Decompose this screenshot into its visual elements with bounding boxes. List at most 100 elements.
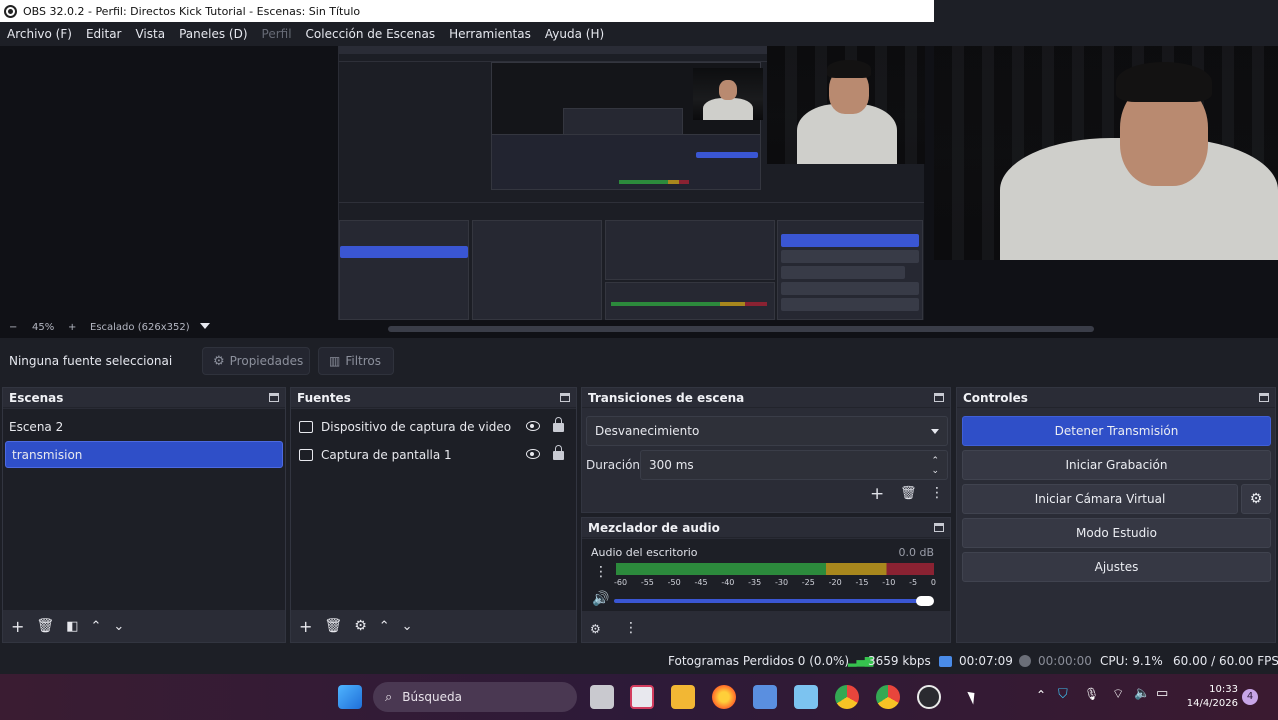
taskbar-search[interactable]: ⌕ Búsqueda bbox=[373, 682, 577, 712]
task-view-icon[interactable] bbox=[590, 685, 614, 709]
obs-taskbar-icon[interactable] bbox=[917, 685, 941, 709]
visibility-eye-icon[interactable] bbox=[526, 449, 540, 459]
preview-scrollbar[interactable] bbox=[388, 326, 1094, 332]
virtual-camera-settings-gear-icon[interactable]: ⚙ bbox=[1241, 484, 1271, 514]
volume-icon[interactable]: 🔈 bbox=[1134, 686, 1150, 701]
snipping-tool-icon[interactable] bbox=[630, 685, 654, 709]
microphone-icon[interactable]: 🎙 bbox=[1084, 687, 1099, 701]
more-options-icon[interactable]: ⋮ bbox=[624, 620, 638, 636]
source-item[interactable]: Dispositivo de captura de video bbox=[291, 413, 576, 441]
visibility-eye-icon[interactable] bbox=[526, 421, 540, 431]
stop-stream-button[interactable]: Detener Transmisión bbox=[962, 416, 1271, 446]
undock-icon[interactable] bbox=[560, 393, 570, 402]
menu-archivo[interactable]: Archivo (F) bbox=[7, 27, 72, 41]
firefox-icon[interactable] bbox=[712, 685, 736, 709]
scenes-header: Escenas bbox=[3, 388, 285, 408]
virtual-camera-button[interactable]: Iniciar Cámara Virtual bbox=[962, 484, 1238, 514]
undock-icon[interactable] bbox=[934, 523, 944, 532]
add-scene-icon[interactable]: + bbox=[11, 617, 24, 636]
chrome-icon[interactable] bbox=[835, 685, 859, 709]
source-label: Dispositivo de captura de video bbox=[321, 420, 512, 434]
source-label: Captura de pantalla 1 bbox=[321, 448, 452, 462]
battery-icon[interactable]: ▭ bbox=[1156, 686, 1168, 701]
volume-slider[interactable] bbox=[614, 599, 932, 603]
menu-coleccion-escenas[interactable]: Colección de Escenas bbox=[306, 27, 436, 41]
lock-icon[interactable] bbox=[553, 417, 564, 432]
search-placeholder: Búsqueda bbox=[402, 690, 462, 704]
speaker-icon[interactable]: 🔊 bbox=[592, 591, 609, 607]
clock-date: 14/4/2026 bbox=[1186, 698, 1238, 709]
menu-herramientas[interactable]: Herramientas bbox=[449, 27, 531, 41]
source-settings-icon[interactable]: ⚙ bbox=[354, 618, 367, 634]
scale-dropdown-icon[interactable] bbox=[200, 323, 210, 329]
source-toolbar: Ninguna fuente seleccionai ⚙ Propiedades… bbox=[0, 340, 1278, 384]
controls-title: Controles bbox=[963, 390, 1028, 405]
lock-icon[interactable] bbox=[553, 445, 564, 460]
channel-menu-icon[interactable]: ⋮ bbox=[594, 564, 608, 580]
menu-ayuda[interactable]: Ayuda (H) bbox=[545, 27, 604, 41]
scene-item-selected[interactable]: transmision bbox=[5, 441, 283, 468]
meter-tick-label: -55 bbox=[640, 578, 654, 587]
chrome-profile-icon[interactable] bbox=[876, 685, 900, 709]
nested-webcam-thumb-small bbox=[693, 68, 763, 120]
undock-icon[interactable] bbox=[1259, 393, 1269, 402]
bitrate: 3659 kbps bbox=[868, 654, 931, 668]
scenes-title: Escenas bbox=[9, 390, 64, 405]
remove-scene-icon[interactable]: 🗑 bbox=[36, 618, 54, 634]
mouse-cursor-icon bbox=[967, 689, 979, 705]
remote-desktop-icon[interactable] bbox=[753, 685, 777, 709]
program-preview[interactable] bbox=[0, 46, 1278, 320]
zoom-out-button[interactable]: − bbox=[9, 322, 17, 333]
menu-paneles[interactable]: Paneles (D) bbox=[179, 27, 247, 41]
nested-mini-stop-button bbox=[696, 152, 758, 158]
menu-editar[interactable]: Editar bbox=[86, 27, 122, 41]
settings-button[interactable]: Ajustes bbox=[962, 552, 1271, 582]
transition-select[interactable]: Desvanecimiento bbox=[586, 416, 948, 446]
spin-down-icon[interactable]: ⌄ bbox=[931, 466, 939, 476]
add-source-icon[interactable]: + bbox=[299, 617, 312, 636]
undock-icon[interactable] bbox=[934, 393, 944, 402]
properties-label: Propiedades bbox=[229, 354, 304, 368]
defender-icon[interactable]: ⛉ bbox=[1058, 687, 1068, 702]
meter-tick-label: -25 bbox=[801, 578, 815, 587]
zoom-in-button[interactable]: + bbox=[68, 322, 76, 333]
photos-icon[interactable] bbox=[794, 685, 818, 709]
wifi-icon[interactable]: ⌔ bbox=[1112, 686, 1124, 702]
menu-perfil: Perfil bbox=[261, 27, 292, 41]
show-hidden-icons-icon[interactable]: ⌃ bbox=[1036, 688, 1046, 702]
move-down-icon[interactable]: ⌄ bbox=[402, 619, 413, 634]
nested-source-toolbar bbox=[339, 202, 924, 216]
nested-scene-selected bbox=[340, 246, 468, 258]
start-recording-button[interactable]: Iniciar Grabación bbox=[962, 450, 1271, 480]
remove-transition-icon[interactable]: 🗑 bbox=[900, 486, 917, 501]
properties-button[interactable]: ⚙ Propiedades bbox=[202, 347, 310, 375]
menu-vista[interactable]: Vista bbox=[135, 27, 165, 41]
windows-start-icon[interactable] bbox=[338, 685, 362, 709]
search-icon: ⌕ bbox=[385, 689, 393, 705]
scene-item[interactable]: Escena 2 bbox=[3, 413, 285, 440]
spin-up-icon[interactable]: ⌃ bbox=[931, 456, 939, 466]
taskbar-clock[interactable]: 10:33 14/4/2026 bbox=[1187, 683, 1238, 711]
window-title: OBS 32.0.2 - Perfil: Directos Kick Tutor… bbox=[23, 4, 361, 18]
move-down-icon[interactable]: ⌄ bbox=[113, 619, 124, 634]
nested-transitions-dock bbox=[605, 220, 775, 280]
source-item[interactable]: Captura de pantalla 1 bbox=[291, 441, 576, 469]
scene-filters-icon[interactable]: ◧ bbox=[66, 619, 78, 634]
volume-knob[interactable] bbox=[916, 596, 934, 606]
undock-icon[interactable] bbox=[269, 393, 279, 402]
file-explorer-icon[interactable] bbox=[671, 685, 695, 709]
duration-spinbox[interactable]: 300 ms ⌃ ⌄ bbox=[640, 450, 948, 480]
move-up-icon[interactable]: ⌃ bbox=[90, 619, 101, 634]
record-dot-icon bbox=[1019, 655, 1031, 667]
audio-advanced-icon[interactable]: ⚙ bbox=[590, 622, 601, 636]
notification-badge[interactable]: 4 bbox=[1242, 689, 1258, 705]
move-up-icon[interactable]: ⌃ bbox=[379, 619, 390, 634]
add-transition-icon[interactable]: + bbox=[870, 484, 884, 504]
filters-button[interactable]: ▥ Filtros bbox=[318, 347, 394, 375]
record-time: 00:00:00 bbox=[1038, 654, 1092, 668]
studio-mode-button[interactable]: Modo Estudio bbox=[962, 518, 1271, 548]
more-options-icon[interactable]: ⋮ bbox=[930, 485, 944, 501]
audio-title: Mezclador de audio bbox=[588, 520, 720, 535]
menu-bar: Archivo (F) Editar Vista Paneles (D) Per… bbox=[0, 22, 934, 46]
remove-source-icon[interactable]: 🗑 bbox=[324, 618, 342, 634]
